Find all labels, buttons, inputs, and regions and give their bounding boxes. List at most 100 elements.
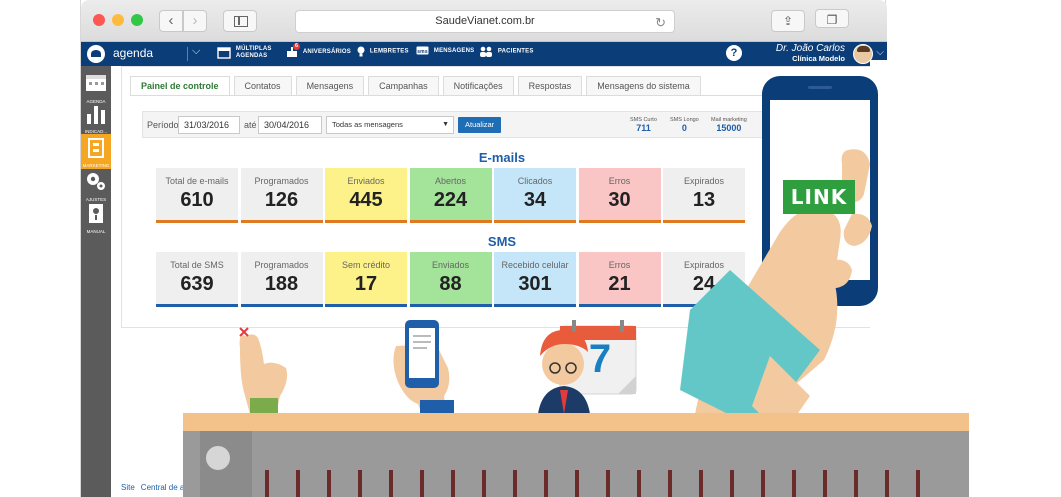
ate-label: até [244,120,257,130]
menu-multiplas-agendas[interactable]: MÚLTIPLAS AGENDAS [217,46,272,63]
menu-pacientes[interactable]: PACIENTES [479,46,534,63]
sms-card: Total de SMS 639 [156,252,238,307]
address-bar[interactable]: SaudeVianet.com.br ↻ [295,10,675,33]
chevron-left-icon: ‹ [168,12,174,29]
card-accent-bar [663,220,745,223]
tabs-overview-button[interactable]: ❐ [815,9,849,28]
tab-bar: Painel de controle Contatos Mensagens Campa… [130,76,705,95]
minimize-window-button[interactable] [112,14,124,26]
menu-aniversarios-label: ANIVERSÁRIOS [302,49,351,55]
card-value: 34 [523,189,547,211]
calendar-icon [217,46,231,59]
marketing-icon [88,138,104,158]
tab-mensagens[interactable]: Mensagens [295,76,365,95]
sms-card: Programados 188 [240,252,323,307]
stat-sms-longo: SMS Longo 0 [670,117,699,133]
card-accent-bar [578,220,661,223]
card-accent-bar [325,304,407,307]
sidebar-toggle-button[interactable] [223,10,257,32]
forward-button[interactable]: › [183,10,207,32]
tab-painel-de-controle[interactable]: Painel de controle [130,76,230,95]
card-label: Erros [608,260,631,270]
help-icon[interactable]: ? [726,45,742,61]
caret-down-icon: ▼ [442,121,449,128]
emails-card: Erros 30 [578,168,661,223]
tabs-icon: ❐ [826,13,838,27]
update-button[interactable]: Atualizar [458,117,502,133]
lightbulb-icon [357,46,365,57]
emails-card: Total de e-mails 610 [156,168,238,223]
url-text: SaudeVianet.com.br [435,15,535,27]
stat-sms-curto: SMS Curto 711 [630,117,657,133]
menu-aniversarios[interactable]: 6 ANIVERSÁRIOS [286,43,351,63]
menu-pacientes-label: PACIENTES [497,48,534,55]
card-label: Programados [254,260,309,270]
tab-campanhas[interactable]: Campanhas [368,76,439,95]
card-accent-bar [494,304,576,307]
card-accent-bar [494,220,576,223]
green-action-button[interactable]: E [794,119,822,135]
sidebar-item-marketing[interactable]: MARKETING [81,134,111,169]
bar-chart-icon [87,106,105,124]
zoom-window-button[interactable] [131,14,143,26]
date-from-input[interactable]: 31/03/2016 [178,116,240,134]
tab-notificacoes[interactable]: Notificações [442,76,514,95]
menu-mensagens-label: MENSAGENS [433,48,475,54]
sms-icon: sms [416,46,429,55]
sidebar-item-label: MANUAL [86,229,106,234]
app-logo-icon[interactable] [87,45,105,63]
sms-section-title: SMS [487,234,517,249]
card-label: Expirados [683,176,725,186]
card-accent-bar [156,304,238,307]
message-type-value: Todas as mensagens [332,120,403,129]
message-type-select[interactable]: Todas as mensagens ▼ [326,116,454,134]
chevron-down-icon[interactable]: ⌵ [192,45,200,58]
birthday-badge: 6 [293,43,301,50]
share-button[interactable]: ⇪ [771,10,805,32]
card-value: 13 [692,189,716,211]
menu-mensagens[interactable]: sms MENSAGENS [416,46,474,63]
footer-link-central[interactable]: Central de aj [141,483,186,492]
card-label: Clicados [517,176,553,186]
emails-card: Abertos 224 [409,168,492,223]
card-value: 188 [264,273,299,295]
tab-contatos[interactable]: Contatos [233,76,292,95]
card-label: Sem crédito [341,260,391,270]
sms-card: Sem crédito 17 [325,252,407,307]
footer-link-site[interactable]: Site [121,483,135,492]
card-accent-bar [240,304,323,307]
card-value: 301 [518,273,552,295]
chevron-right-icon: › [192,12,198,29]
footer-links: Site Central de aj [121,483,192,492]
emails-card: Expirados 13 [663,168,745,223]
tab-respostas[interactable]: Respostas [517,76,583,95]
emails-card: Clicados 34 [494,168,576,223]
share-icon: ⇪ [782,14,794,28]
back-button[interactable]: ‹ [159,10,183,32]
avatar[interactable] [853,44,873,64]
card-accent-bar [240,220,323,223]
card-label: Total de SMS [170,260,224,270]
stat-value: 0 [681,123,687,133]
reload-icon[interactable]: ↻ [655,12,666,33]
card-value: 21 [608,273,631,295]
emails-section-title: E-mails [478,150,526,165]
people-icon [480,46,492,57]
menu-lembretes[interactable]: LEMBRETES [357,46,409,63]
card-accent-bar [156,220,238,223]
sidebar-item-manual[interactable]: MANUAL [81,200,111,235]
user-menu-chevron-icon[interactable]: ⌵ [876,47,884,58]
close-window-button[interactable] [93,14,105,26]
card-value: 639 [180,273,214,295]
sidebar-icon [234,16,248,27]
gear-icon [87,173,105,190]
sidebar-item-indicadores[interactable]: INDICAD... [81,100,111,135]
date-to-input[interactable]: 30/04/2016 [258,116,322,134]
tab-mensagens-do-sistema[interactable]: Mensagens do sistema [586,76,701,95]
sidebar-item-ajustes[interactable]: AJUSTES [81,168,111,203]
card-label: Recebido celular [501,260,569,270]
user-info[interactable]: Dr. João Carlos Clínica Modelo [776,43,845,64]
card-label: Abertos [434,176,467,186]
card-label: Enviados [347,176,385,186]
dashboard-panel: Painel de controle Contatos Mensagens Campa… [121,66,881,328]
